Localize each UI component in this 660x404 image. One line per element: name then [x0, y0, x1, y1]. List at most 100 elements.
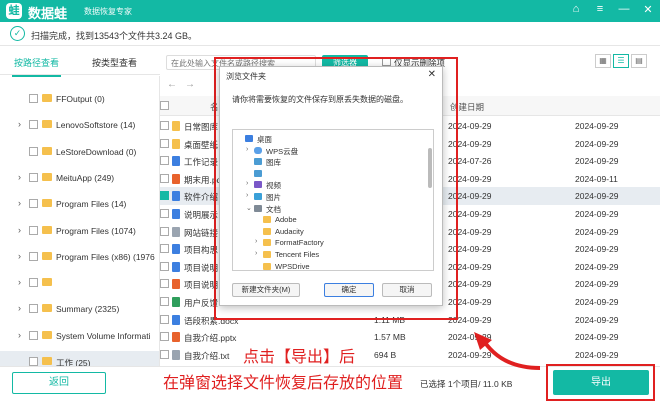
file-checkbox[interactable] [160, 138, 169, 148]
tree-item[interactable]: › Summary (2325) [0, 298, 159, 320]
folder-icon [245, 135, 253, 142]
tree-item-checkbox[interactable] [29, 94, 38, 103]
close-icon[interactable]: ✕ [642, 3, 654, 16]
tree-item-checkbox[interactable] [29, 146, 38, 156]
file-checkbox[interactable] [160, 209, 169, 218]
expander-icon[interactable]: › [255, 250, 261, 257]
file-checkbox[interactable] [160, 349, 169, 359]
file-checkbox[interactable] [160, 191, 169, 201]
tree-item-checkbox[interactable] [29, 278, 38, 288]
folder-icon [254, 158, 262, 166]
tree-item-checkbox[interactable] [29, 172, 38, 182]
file-checkbox[interactable] [160, 121, 169, 130]
file-icon [172, 209, 180, 219]
tab-by-path[interactable]: 按路径查看 [11, 56, 62, 77]
tab-by-type[interactable]: 按类型查看 [92, 56, 137, 69]
chevron-right-icon[interactable]: › [18, 303, 26, 313]
tree-item[interactable]: 工作 (25) [0, 351, 159, 366]
forward-arrow-icon[interactable]: → [185, 79, 203, 90]
tree-item-checkbox[interactable] [29, 357, 38, 366]
dialog-folder-label: WPS云盘 [266, 146, 299, 156]
file-modified: 2024-09-29 [575, 297, 619, 307]
chevron-right-icon[interactable]: › [18, 277, 26, 287]
dialog-folder-item[interactable]: › 图片 [233, 191, 423, 203]
check-circle-icon: ✓ [10, 26, 25, 41]
file-name: 项目构思 [184, 245, 219, 256]
tree-item[interactable]: FFOutput (0) [0, 88, 159, 110]
tree-item-checkbox[interactable] [29, 225, 38, 235]
file-checkbox[interactable] [160, 173, 169, 183]
expander-icon[interactable]: ⌄ [246, 204, 252, 212]
export-highlight-frame [546, 364, 655, 401]
tree-item[interactable]: › [0, 272, 159, 294]
list-view-icon[interactable]: ☰ [613, 54, 629, 68]
cancel-button[interactable]: 取消 [382, 283, 432, 297]
dialog-folder-item[interactable]: WPSDrive [233, 261, 423, 270]
theme-icon[interactable]: ⌂ [570, 3, 582, 16]
expander-icon[interactable]: › [255, 238, 261, 245]
chevron-right-icon[interactable]: › [18, 330, 26, 340]
dialog-folder-item[interactable]: › WPS云盘 [233, 145, 423, 157]
menu-icon[interactable]: ≡ [594, 3, 606, 16]
grid-view-icon[interactable]: ▦ [595, 54, 611, 68]
tree-item-checkbox[interactable] [29, 251, 38, 261]
minimize-icon[interactable]: — [618, 3, 630, 16]
folder-icon [42, 146, 52, 155]
file-checkbox[interactable] [160, 156, 169, 166]
tree-item-checkbox[interactable] [29, 120, 38, 130]
back-button[interactable]: 返回 [12, 372, 106, 394]
chevron-right-icon[interactable]: › [18, 251, 26, 261]
ok-button[interactable]: 确定 [324, 283, 374, 297]
file-icon [172, 121, 180, 131]
tree-item[interactable]: › LenovoSoftstore (14) [0, 114, 159, 136]
file-row[interactable]: 自我介绍.pptx 1.57 MB 2024-09-29 2024-09-29 [160, 328, 660, 346]
tree-item-checkbox[interactable] [29, 199, 38, 209]
file-checkbox[interactable] [160, 279, 169, 289]
tree-item[interactable]: › Program Files (1074) [0, 220, 159, 242]
tree-item[interactable]: › Program Files (14) [0, 193, 159, 215]
tree-item[interactable]: › System Volume Informati [0, 325, 159, 347]
file-checkbox[interactable] [160, 261, 169, 271]
tree-item[interactable]: › MeituApp (249) [0, 167, 159, 189]
file-checkbox[interactable] [160, 332, 169, 342]
dialog-folder-item[interactable]: Audacity [233, 226, 423, 238]
chevron-right-icon[interactable]: › [18, 225, 26, 235]
file-row[interactable]: 自我介绍.txt 694 B 2024-09-29 2024-09-29 [160, 346, 660, 364]
chevron-right-icon[interactable]: › [18, 172, 26, 182]
expander-icon[interactable]: › [246, 180, 252, 187]
dialog-folder-item[interactable]: 图库 [233, 156, 423, 168]
file-name: 自我介绍.pptx [184, 333, 237, 344]
file-checkbox[interactable] [160, 297, 169, 306]
tree-item-label: Program Files (1074) [56, 225, 136, 236]
tree-item-checkbox[interactable] [29, 330, 38, 340]
dialog-folder-item[interactable]: Adobe [233, 214, 423, 226]
file-checkbox[interactable] [160, 244, 169, 254]
browse-folder-dialog: 浏览文件夹 ✕ 请你将需要恢复的文件保存到原丢失数据的磁盘。 桌面 › WPS云盘图… [219, 66, 443, 306]
file-checkbox[interactable] [160, 314, 169, 324]
scan-status-bar: ✓ 扫描完成，找到13543个文件共3.24 GB。 [0, 22, 660, 46]
new-folder-button[interactable]: 新建文件夹(M) [232, 283, 300, 297]
back-arrow-icon[interactable]: ← [167, 79, 185, 90]
expander-icon[interactable]: › [246, 146, 252, 153]
file-name: 日常图库 [184, 122, 219, 132]
dialog-folder-item[interactable]: › 视频 [233, 179, 423, 191]
tree-item[interactable]: LeStoreDownload (0) [0, 141, 159, 163]
detail-view-icon[interactable]: ▤ [631, 54, 647, 68]
chevron-right-icon[interactable]: › [18, 119, 26, 129]
dialog-close-icon[interactable]: ✕ [428, 69, 436, 80]
file-checkbox[interactable] [160, 226, 169, 236]
dialog-folder-item[interactable] [233, 168, 423, 180]
file-modified: 2024-09-29 [575, 226, 619, 237]
dialog-folder-label: Adobe [275, 215, 297, 225]
folder-icon [254, 193, 262, 200]
tree-item[interactable]: › Program Files (x86) (1976 [0, 246, 159, 268]
dialog-folder-item[interactable]: 桌面 [233, 133, 423, 145]
select-all-checkbox[interactable] [160, 101, 169, 110]
dialog-folder-item[interactable]: › Tencent Files [233, 249, 423, 261]
chevron-right-icon[interactable]: › [18, 198, 26, 208]
dialog-folder-item[interactable]: › FormatFactory [233, 237, 423, 249]
tree-item-checkbox[interactable] [29, 304, 38, 314]
expander-icon[interactable]: › [246, 192, 252, 199]
dialog-folder-item[interactable]: ⌄ 文档 [233, 203, 423, 215]
dialog-scrollbar[interactable] [428, 148, 432, 188]
